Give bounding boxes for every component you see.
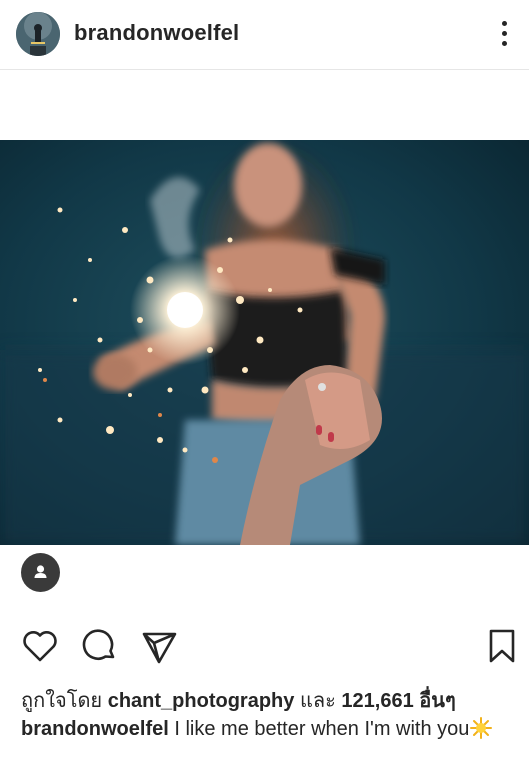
liked-by-user[interactable]: chant_photography	[108, 690, 295, 712]
send-icon[interactable]	[139, 626, 179, 666]
likes-summary[interactable]: ถูกใจโดย chant_photography และ 121,661 อ…	[21, 684, 456, 716]
likes-joiner: และ	[299, 690, 336, 712]
avatar[interactable]	[16, 12, 60, 56]
post-header: brandonwoelfel	[0, 0, 529, 70]
comment-icon[interactable]	[80, 626, 120, 666]
sparkle-sun-icon	[469, 717, 493, 739]
post-caption: brandonwoelfel I like me better when I'm…	[21, 714, 511, 745]
caption-username[interactable]: brandonwoelfel	[21, 718, 169, 740]
likes-prefix: ถูกใจโดย	[21, 690, 103, 712]
more-vertical-icon[interactable]	[494, 18, 514, 50]
likes-suffix[interactable]: อื่นๆ	[419, 690, 455, 712]
likes-count[interactable]: 121,661	[341, 690, 413, 712]
post-username[interactable]: brandonwoelfel	[74, 20, 239, 46]
caption-text: I like me better when I'm with you	[174, 718, 470, 740]
post-actions	[0, 626, 529, 670]
bookmark-icon[interactable]	[482, 626, 522, 666]
heart-icon[interactable]	[20, 626, 60, 666]
tag-people-button[interactable]	[21, 553, 60, 592]
post-photo[interactable]	[0, 140, 529, 545]
person-tag-icon	[34, 565, 47, 578]
